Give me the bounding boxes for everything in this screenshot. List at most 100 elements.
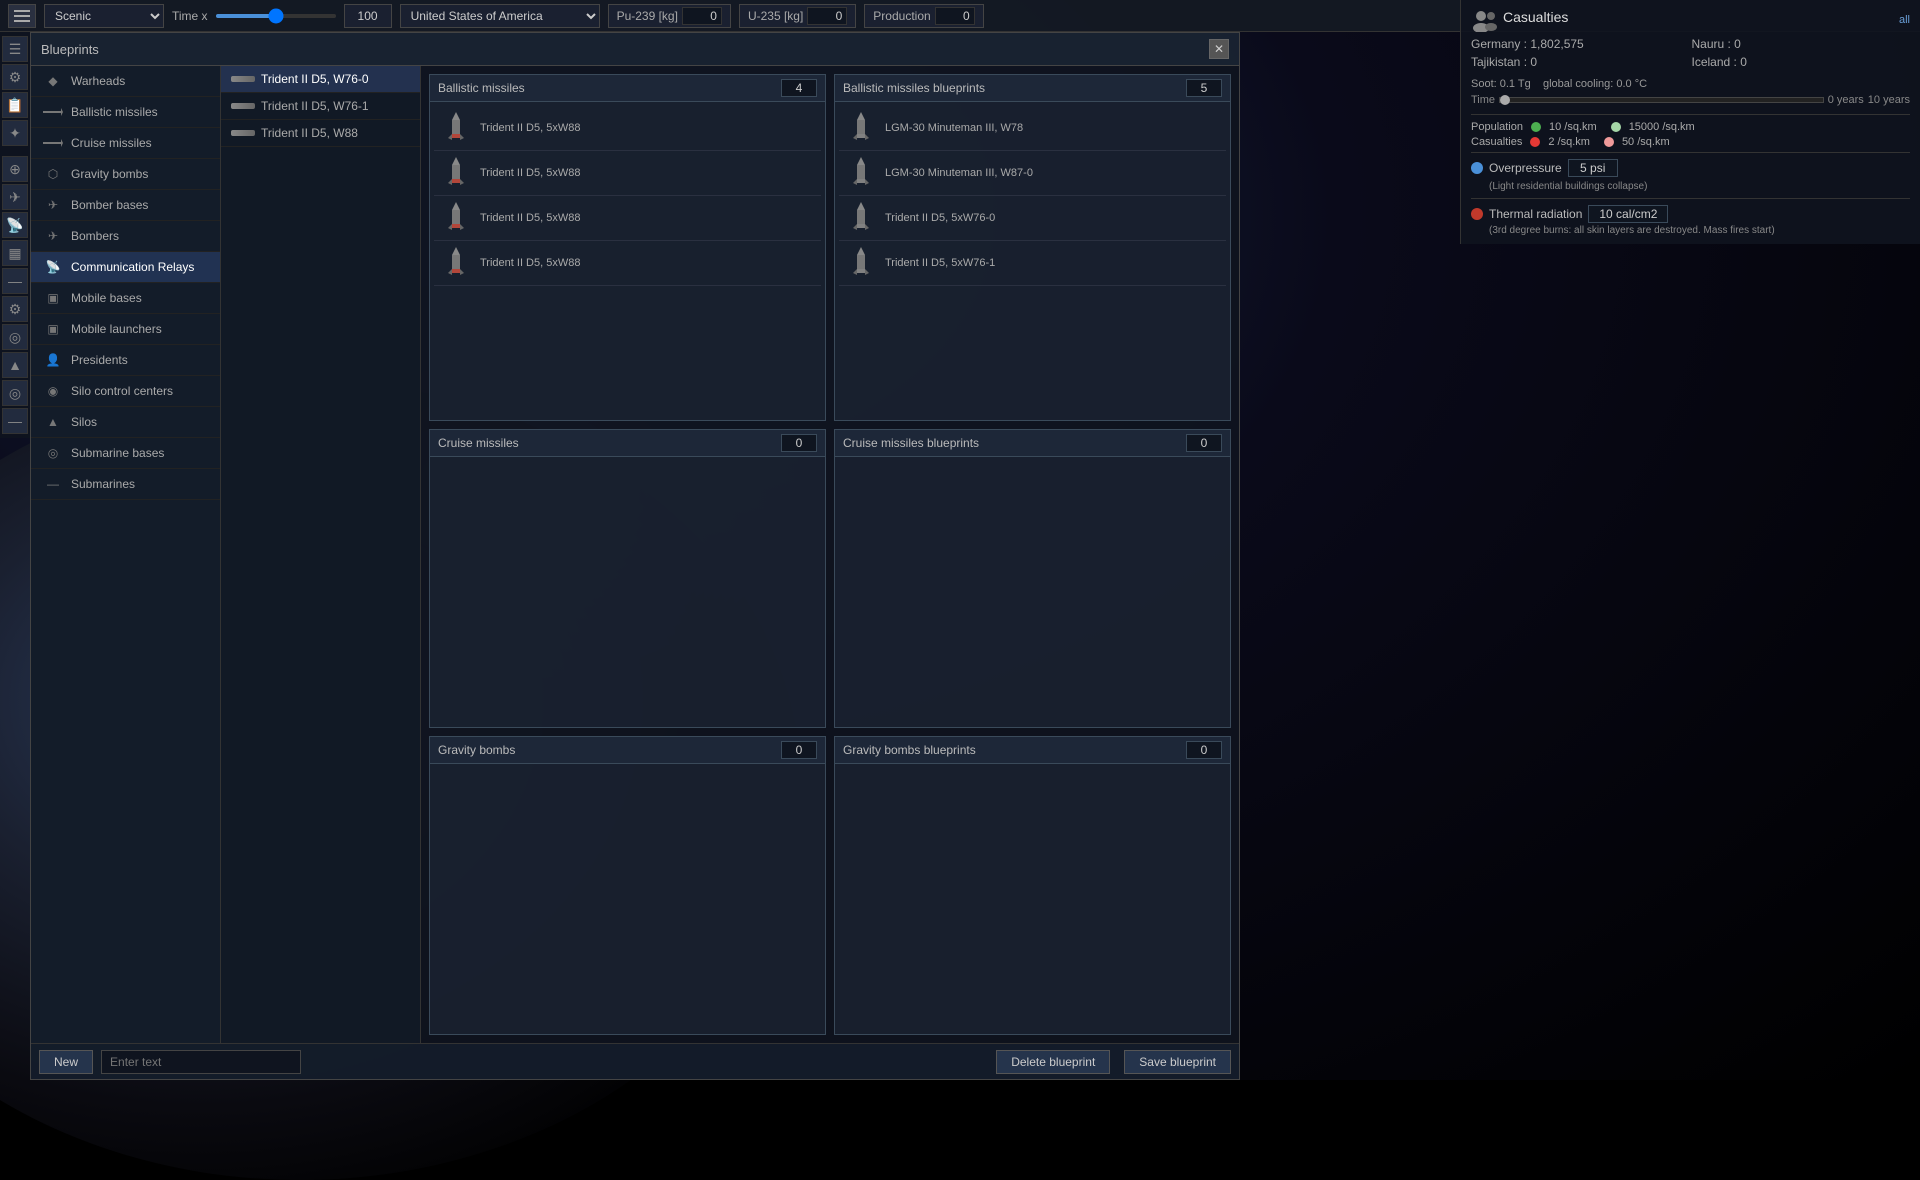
missile-icon-3	[440, 245, 472, 281]
population-dot-2	[1611, 122, 1621, 132]
submarine-icon[interactable]: ◎	[2, 380, 28, 406]
menu-button[interactable]	[8, 4, 36, 28]
dash-icon[interactable]: —	[2, 268, 28, 294]
globe-icon[interactable]: ⊕	[2, 156, 28, 182]
category-ballistic-label: Ballistic missiles	[71, 105, 158, 119]
missile-item-3[interactable]: Trident II D5, 5xW88	[434, 241, 821, 286]
gravity-bp-header: Gravity bombs blueprints 0	[835, 737, 1230, 764]
time-value-input[interactable]	[344, 4, 392, 28]
category-bomber-bases[interactable]: ✈ Bomber bases	[31, 190, 220, 221]
category-cruise[interactable]: Cruise missiles	[31, 128, 220, 159]
category-comm-relays-label: Communication Relays	[71, 260, 194, 274]
bomber-bases-icon: ✈	[43, 198, 63, 212]
users-icon	[1471, 8, 1499, 32]
bp-missile-item-1[interactable]: LGM-30 Minuteman III, W87-0	[839, 151, 1226, 196]
category-silos-label: Silos	[71, 415, 97, 429]
line-icon[interactable]: —	[2, 408, 28, 434]
category-submarines[interactable]: — Submarines	[31, 469, 220, 500]
mobile-launchers-icon: ▣	[43, 322, 63, 336]
close-button[interactable]: ✕	[1209, 39, 1229, 59]
delete-blueprint-button[interactable]: Delete blueprint	[996, 1050, 1110, 1074]
bp-missile-item-3[interactable]: Trident II D5, 5xW76-1	[839, 241, 1226, 286]
overpressure-value: 5 psi	[1568, 159, 1618, 177]
missile-item-1[interactable]: Trident II D5, 5xW88	[434, 151, 821, 196]
thermal-dot	[1471, 208, 1483, 220]
antenna-icon[interactable]: 📡	[2, 212, 28, 238]
gravity-icon: ⬡	[43, 167, 63, 181]
save-blueprint-button[interactable]: Save blueprint	[1124, 1050, 1231, 1074]
category-mobile-bases[interactable]: ▣ Mobile bases	[31, 283, 220, 314]
settings-icon[interactable]: ⚙	[2, 64, 28, 90]
ballistic-bp-title: Ballistic missiles blueprints	[843, 81, 985, 95]
category-ballistic[interactable]: Ballistic missiles	[31, 97, 220, 128]
cruise-icon	[43, 136, 63, 150]
country-select[interactable]: United States of America	[400, 4, 600, 28]
population-legend-row: Population 10 /sq.km 15000 /sq.km	[1471, 121, 1910, 133]
bottom-bar: New Delete blueprint Save blueprint	[31, 1043, 1239, 1079]
category-cruise-label: Cruise missiles	[71, 136, 152, 150]
crosshair-icon[interactable]: ✦	[2, 120, 28, 146]
category-silo-control[interactable]: ◉ Silo control centers	[31, 376, 220, 407]
category-sub-bases[interactable]: ◎ Submarine bases	[31, 438, 220, 469]
category-bombers[interactable]: ✈ Bombers	[31, 221, 220, 252]
category-presidents[interactable]: 👤 Presidents	[31, 345, 220, 376]
category-warheads[interactable]: ◆ Warheads	[31, 66, 220, 97]
ballistic-bp-count: 5	[1186, 79, 1222, 97]
gravity-title: Gravity bombs	[438, 743, 515, 757]
category-comm-relays[interactable]: 📡 Communication Relays	[31, 252, 220, 283]
circle-target-icon[interactable]: ◎	[2, 324, 28, 350]
grid-icon[interactable]: ▦	[2, 240, 28, 266]
population-val2: 15000 /sq.km	[1629, 121, 1695, 133]
aircraft-icon[interactable]: ✈	[2, 184, 28, 210]
cruise-header: Cruise missiles 0	[430, 430, 825, 457]
time-range-bar[interactable]	[1499, 97, 1824, 103]
time-range: Time 0 years 10 years	[1471, 94, 1910, 106]
category-bomber-bases-label: Bomber bases	[71, 198, 148, 212]
category-mobile-launchers[interactable]: ▣ Mobile launchers	[31, 314, 220, 345]
info-panel-icon[interactable]: 📋	[2, 92, 28, 118]
ballistic-blueprints-panel: Ballistic missiles blueprints 5	[834, 74, 1231, 421]
u235-value[interactable]	[807, 7, 847, 25]
missile-item-0[interactable]: Trident II D5, 5xW88	[434, 106, 821, 151]
category-gravity[interactable]: ⬡ Gravity bombs	[31, 159, 220, 190]
soot-line: Soot: 0.1 Tg global cooling: 0.0 °C	[1471, 78, 1910, 90]
new-button[interactable]: New	[39, 1050, 93, 1074]
blueprints-panel: Blueprints ✕ ◆ Warheads Ballistic missil…	[30, 32, 1240, 1080]
global-cooling-label: global cooling: 0.0 °C	[1543, 78, 1647, 90]
silos-icon: ▲	[43, 415, 63, 429]
blueprints-body: ◆ Warheads Ballistic missiles Cruise mis…	[31, 66, 1239, 1043]
production-label: Production	[873, 9, 930, 23]
blueprint-item-1[interactable]: Trident II D5, W76-1	[221, 93, 420, 120]
triangle-icon[interactable]: ▲	[2, 352, 28, 378]
presidents-icon: 👤	[43, 353, 63, 367]
production-value[interactable]	[935, 7, 975, 25]
time-slider[interactable]	[216, 14, 336, 18]
blueprint-name-input[interactable]	[101, 1050, 301, 1074]
missile-icon-1	[440, 155, 472, 191]
right-casualties-panel: Casualties all Germany : 1,802,575 Nauru…	[1460, 0, 1920, 244]
bp-missile-label-3: Trident II D5, 5xW76-1	[885, 257, 995, 269]
category-silos[interactable]: ▲ Silos	[31, 407, 220, 438]
bp-missile-item-0[interactable]: LGM-30 Minuteman III, W78	[839, 106, 1226, 151]
missile-icon-0	[440, 110, 472, 146]
casualties-val2: 50 /sq.km	[1622, 136, 1670, 148]
category-sub-bases-label: Submarine bases	[71, 446, 164, 460]
thermal-description: (3rd degree burns: all skin layers are d…	[1471, 225, 1910, 236]
time-range-start: 0 years	[1828, 94, 1864, 106]
scenario-select[interactable]: Scenic	[44, 4, 164, 28]
cog-icon[interactable]: ⚙	[2, 296, 28, 322]
u235-resource: U-235 [kg]	[739, 4, 856, 28]
category-list: ◆ Warheads Ballistic missiles Cruise mis…	[31, 66, 221, 1043]
blueprint-item-2[interactable]: Trident II D5, W88	[221, 120, 420, 147]
overpressure-label: Overpressure	[1489, 161, 1562, 175]
casualties-all-link[interactable]: all	[1899, 14, 1910, 26]
pu239-value[interactable]	[682, 7, 722, 25]
left-menu-icon[interactable]: ☰	[2, 36, 28, 62]
category-silo-control-label: Silo control centers	[71, 384, 173, 398]
bp-missile-item-2[interactable]: Trident II D5, 5xW76-0	[839, 196, 1226, 241]
gravity-bp-title: Gravity bombs blueprints	[843, 743, 976, 757]
silo-control-icon: ◉	[43, 384, 63, 398]
missile-item-2[interactable]: Trident II D5, 5xW88	[434, 196, 821, 241]
casualties-val1: 2 /sq.km	[1548, 136, 1590, 148]
blueprint-item-0[interactable]: Trident II D5, W76-0	[221, 66, 420, 93]
